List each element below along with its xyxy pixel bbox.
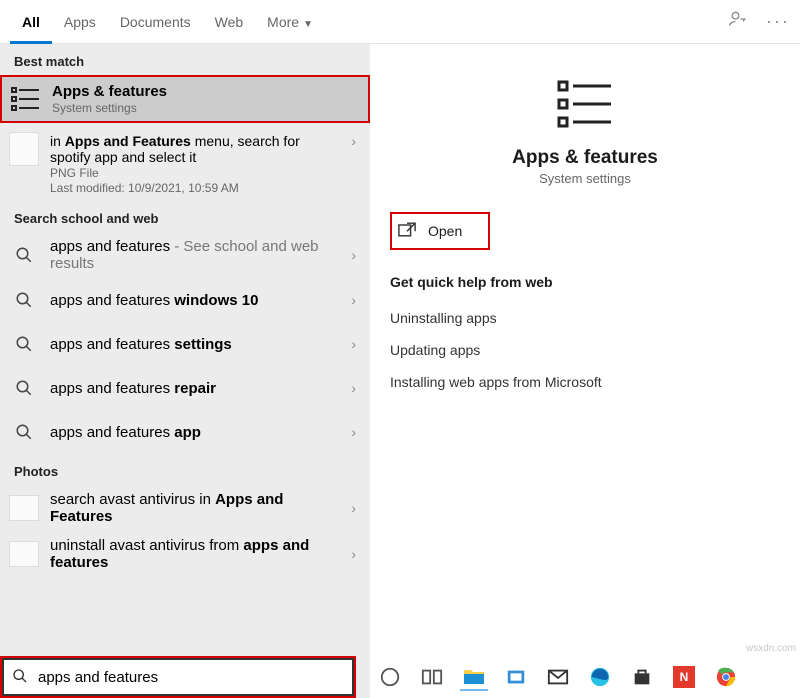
web-result[interactable]: apps and features repair › <box>0 366 370 410</box>
web-result[interactable]: apps and features windows 10 › <box>0 278 370 322</box>
details-panel: Apps & features System settings Open Get… <box>370 44 800 698</box>
apps-features-icon <box>10 83 42 115</box>
chevron-down-icon: ▼ <box>303 19 313 30</box>
file-thumbnail-icon <box>8 133 40 165</box>
web-result[interactable]: apps and features app › <box>0 410 370 454</box>
photo-result[interactable]: uninstall avast antivirus from apps and … <box>0 531 370 577</box>
result-title: in Apps and Features menu, search for sp… <box>50 133 337 165</box>
section-photos: Photos <box>0 454 370 485</box>
tab-web[interactable]: Web <box>203 0 256 44</box>
taskbar-app-red[interactable]: N <box>670 663 698 691</box>
search-icon <box>8 416 40 448</box>
details-subtitle: System settings <box>539 171 631 186</box>
chevron-right-icon[interactable]: › <box>347 247 360 263</box>
watermark: wsxdn.com <box>746 643 796 654</box>
tab-apps[interactable]: Apps <box>52 0 108 44</box>
file-thumbnail-icon <box>8 492 40 524</box>
chevron-right-icon[interactable]: › <box>347 500 360 516</box>
tab-all[interactable]: All <box>10 0 52 44</box>
search-icon <box>8 372 40 404</box>
photo-result[interactable]: search avast antivirus in Apps and Featu… <box>0 485 370 531</box>
help-link[interactable]: Uninstalling apps <box>390 302 780 334</box>
results-panel: Best match Apps & features System settin… <box>0 44 370 698</box>
chevron-right-icon[interactable]: › <box>347 424 360 440</box>
file-thumbnail-icon <box>8 538 40 570</box>
taskbar-cortana[interactable] <box>376 663 404 691</box>
section-search-web: Search school and web <box>0 201 370 232</box>
chevron-right-icon[interactable]: › <box>347 380 360 396</box>
open-icon <box>398 222 416 240</box>
chevron-right-icon[interactable]: › <box>347 546 360 562</box>
result-subtitle: System settings <box>52 101 358 115</box>
tab-documents[interactable]: Documents <box>108 0 203 44</box>
search-icon <box>4 668 36 687</box>
result-file-png[interactable]: in Apps and Features menu, search for sp… <box>0 123 370 201</box>
taskbar: N <box>370 658 798 696</box>
search-box[interactable] <box>2 658 354 696</box>
tab-more[interactable]: More▼ <box>255 0 325 44</box>
search-input[interactable] <box>36 668 352 687</box>
result-apps-and-features[interactable]: Apps & features System settings <box>0 75 370 123</box>
taskbar-chrome[interactable] <box>712 663 740 691</box>
help-header: Get quick help from web <box>390 274 780 290</box>
help-link[interactable]: Installing web apps from Microsoft <box>390 366 780 398</box>
taskbar-explorer[interactable] <box>460 663 488 691</box>
result-title: Apps & features <box>52 83 358 100</box>
open-button[interactable]: Open <box>390 212 490 250</box>
taskbar-edge[interactable] <box>586 663 614 691</box>
search-icon <box>8 284 40 316</box>
chevron-right-icon[interactable]: › <box>347 292 360 308</box>
chevron-right-icon[interactable]: › <box>347 133 360 149</box>
feedback-icon[interactable] <box>728 9 748 34</box>
more-options-icon[interactable]: ··· <box>766 11 790 32</box>
taskbar-store[interactable] <box>628 663 656 691</box>
chevron-right-icon[interactable]: › <box>347 336 360 352</box>
web-result[interactable]: apps and features settings › <box>0 322 370 366</box>
search-icon <box>8 239 40 271</box>
apps-features-icon <box>555 76 615 135</box>
search-scope-tabs: All Apps Documents Web More▼ ··· <box>0 0 800 44</box>
search-icon <box>8 328 40 360</box>
section-best-match: Best match <box>0 44 370 75</box>
taskbar-mail[interactable] <box>544 663 572 691</box>
taskbar-taskview[interactable] <box>418 663 446 691</box>
taskbar-screenshot[interactable] <box>502 663 530 691</box>
web-result[interactable]: apps and features - See school and web r… <box>0 232 370 278</box>
help-link[interactable]: Updating apps <box>390 334 780 366</box>
details-title: Apps & features <box>512 147 658 169</box>
